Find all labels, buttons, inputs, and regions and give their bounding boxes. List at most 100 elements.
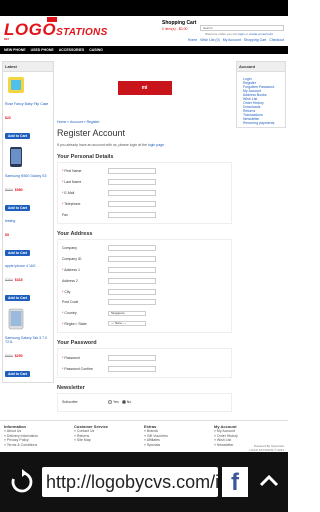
region-select[interactable]: --- None --- bbox=[108, 321, 146, 327]
product-name[interactable]: Rose Fancy Baby Flip Case bbox=[5, 102, 51, 106]
breadcrumb[interactable]: Home » Account » Register bbox=[57, 120, 232, 124]
search-input[interactable]: Search bbox=[200, 25, 284, 31]
footer-link[interactable]: » Site Map bbox=[74, 438, 134, 443]
form-row-last-name: * Last Name bbox=[62, 177, 227, 188]
powered-by: Powered By OpenCart LOGO STATIONS © 2014 bbox=[249, 444, 284, 452]
top-link-cart[interactable]: Shopping Cart bbox=[244, 38, 266, 42]
add-to-cart-button[interactable]: Add to Cart bbox=[5, 205, 31, 211]
nav-item-accessories[interactable]: ACCESSORIES bbox=[59, 48, 84, 52]
form-row-region: * Region / State --- None --- bbox=[62, 319, 227, 330]
top-link-wishlist[interactable]: Wish List (0) bbox=[200, 38, 219, 42]
latest-heading: Latest bbox=[3, 62, 53, 72]
nav-item-new-phone[interactable]: NEW PHONE bbox=[4, 48, 26, 52]
subscribe-yes-radio[interactable] bbox=[108, 400, 112, 405]
logo-main-text: LOGO bbox=[4, 20, 57, 39]
field-label: Address 2 bbox=[62, 278, 78, 283]
city-input[interactable] bbox=[108, 288, 156, 295]
nav-item-used-phone[interactable]: USED PHONE bbox=[31, 48, 54, 52]
password-confirm-input[interactable] bbox=[108, 365, 156, 372]
subscribe-yes-label: Yes bbox=[113, 400, 119, 405]
field-label: Company ID bbox=[62, 257, 82, 262]
account-heading: Account bbox=[237, 62, 285, 72]
main-content: mi Home » Account » Register Register Ac… bbox=[57, 61, 232, 427]
chevron-up-icon[interactable] bbox=[256, 468, 282, 494]
top-link-home[interactable]: Home bbox=[188, 38, 197, 42]
welcome-register-link[interactable]: create an account bbox=[249, 32, 273, 36]
footer-customer-service: Customer Service » Contact Us » Returns … bbox=[74, 424, 134, 443]
top-links: Home Wish List (0) My Account Shopping C… bbox=[188, 38, 284, 42]
country-select[interactable]: Singapore bbox=[108, 310, 146, 316]
nav-item-casing[interactable]: CASING bbox=[89, 48, 103, 52]
top-link-checkout[interactable]: Checkout bbox=[269, 38, 284, 42]
latest-sidebar: Latest Rose Fancy Baby Flip Case $22 Add… bbox=[2, 61, 54, 383]
product-old-price: $600 bbox=[5, 188, 13, 192]
product-name[interactable]: Samsung Galaxy Tab 3 7.0 T211 bbox=[5, 336, 51, 344]
footer-link[interactable]: » Specials bbox=[144, 443, 204, 448]
form-row-password: * Password bbox=[62, 352, 227, 363]
form-row-address-2: Address 2 bbox=[62, 275, 227, 286]
form-row-country: * Country Singapore bbox=[62, 308, 227, 319]
product-price: $580 bbox=[14, 188, 23, 192]
field-label: Company bbox=[62, 246, 77, 251]
store-logo[interactable]: LOGOSTATIONS bbox=[4, 20, 108, 40]
product-image[interactable] bbox=[5, 146, 27, 168]
top-link-account[interactable]: My Account bbox=[223, 38, 241, 42]
cart-summary[interactable]: Shopping Cart 0 item(s) - $0.00 bbox=[162, 20, 196, 31]
currency-selector[interactable]: $22 bbox=[4, 37, 9, 41]
status-bar bbox=[0, 0, 288, 16]
product-price: $318 bbox=[14, 278, 23, 282]
product-image[interactable] bbox=[5, 74, 27, 96]
url-field[interactable]: http://logobycvs.com/inde bbox=[42, 467, 218, 497]
password-input[interactable] bbox=[108, 354, 156, 361]
intro-prefix: If you already have an account with us, … bbox=[57, 143, 147, 147]
form-row-address-1: * Address 1 bbox=[62, 265, 227, 276]
account-link-recurring[interactable]: Recurring payments bbox=[243, 121, 281, 125]
form-row-city: * City bbox=[62, 286, 227, 297]
first-name-input[interactable] bbox=[108, 168, 156, 175]
field-label: * Country bbox=[62, 311, 77, 316]
form-row-post-code: Post Code bbox=[62, 297, 227, 308]
welcome-or: or bbox=[245, 32, 249, 36]
address-heading: Your Address bbox=[57, 230, 93, 237]
web-page: LOGOSTATIONS $22 Shopping Cart 0 item(s)… bbox=[0, 16, 288, 452]
welcome-login-link[interactable]: login bbox=[238, 32, 244, 36]
product-item: Samsung i9300 Galaxy S3 $600 $580 Add to … bbox=[3, 144, 53, 216]
form-row-company: Company bbox=[62, 243, 227, 254]
add-to-cart-button[interactable]: Add to Cart bbox=[5, 133, 31, 139]
intro-text: If you already have an account with us, … bbox=[57, 143, 232, 147]
company-id-input[interactable] bbox=[108, 256, 156, 263]
latest-box: Latest Rose Fancy Baby Flip Case $22 Add… bbox=[2, 61, 54, 383]
fax-input[interactable] bbox=[108, 211, 156, 218]
telephone-input[interactable] bbox=[108, 200, 156, 207]
promo-banner[interactable]: mi bbox=[117, 81, 172, 95]
browser-bar: http://logobycvs.com/inde f bbox=[0, 452, 288, 512]
address-1-input[interactable] bbox=[108, 266, 156, 273]
newsletter-section: Subscribe Yes No bbox=[57, 392, 232, 412]
facebook-share-button[interactable]: f bbox=[222, 467, 248, 497]
reload-icon[interactable] bbox=[8, 468, 36, 496]
footer-information: Information » About Us » Delivery Inform… bbox=[4, 424, 64, 447]
form-row-company-id: Company ID bbox=[62, 254, 227, 265]
add-to-cart-button[interactable]: Add to Cart bbox=[5, 250, 31, 256]
add-to-cart-button[interactable]: Add to Cart bbox=[5, 371, 31, 377]
field-label: * First Name bbox=[62, 169, 82, 174]
address-2-input[interactable] bbox=[108, 277, 156, 284]
form-row-first-name: * First Name bbox=[62, 166, 227, 177]
post-code-input[interactable] bbox=[108, 299, 156, 306]
field-label: Subscribe bbox=[62, 400, 78, 405]
product-image[interactable] bbox=[5, 308, 27, 330]
last-name-input[interactable] bbox=[108, 179, 156, 186]
product-item: Samsung Galaxy Tab 3 7.0 T211 $600 $250 A… bbox=[3, 306, 53, 382]
welcome-text: Welcome visitor you can login or create … bbox=[205, 32, 273, 36]
add-to-cart-button[interactable]: Add to Cart bbox=[5, 295, 31, 301]
field-label: * Password bbox=[62, 355, 80, 360]
form-row-email: * E-Mail bbox=[62, 188, 227, 199]
subscribe-no-radio[interactable] bbox=[121, 400, 126, 405]
language-flag-icon[interactable] bbox=[47, 17, 57, 22]
footer-link[interactable]: » Terms & Conditions bbox=[4, 443, 64, 448]
field-label: * E-Mail bbox=[62, 190, 75, 195]
login-page-link[interactable]: login page bbox=[148, 143, 164, 147]
account-sidebar: Account Login Register Forgotten Passwor… bbox=[236, 61, 286, 128]
company-input[interactable] bbox=[108, 245, 156, 252]
email-input[interactable] bbox=[108, 189, 156, 196]
